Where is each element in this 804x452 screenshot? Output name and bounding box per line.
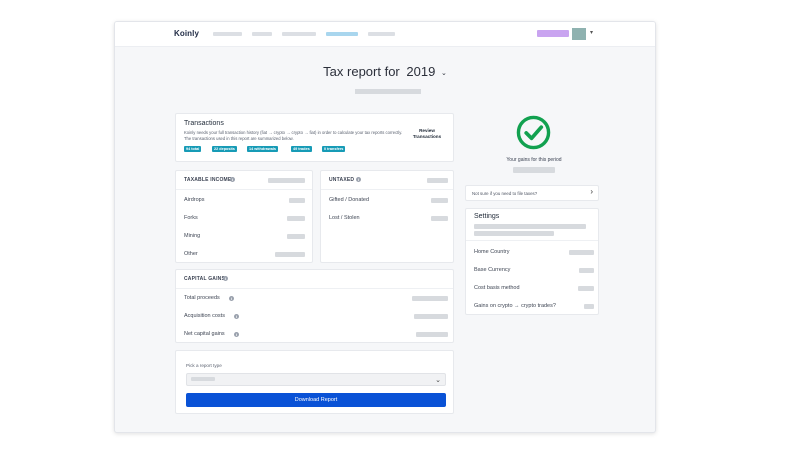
row-acquisition-costs: Acquisition costs <box>184 313 225 319</box>
value-forks <box>287 216 305 221</box>
page-title: Tax report for 2019 ⌄ <box>115 64 655 79</box>
capital-gains-card: CAPITAL GAINS i Total proceeds i Acquisi… <box>175 269 454 343</box>
transactions-title: Transactions <box>184 120 224 127</box>
settings-description-line-1 <box>474 224 586 229</box>
untaxed-header: UNTAXED i <box>321 171 453 190</box>
nav-link-2[interactable] <box>252 32 272 36</box>
row-airdrops: Airdrops <box>184 197 205 203</box>
nav-link-tax-reports[interactable] <box>326 32 358 36</box>
year-chevron-down-icon[interactable]: ⌄ <box>441 70 447 77</box>
nav-link-3[interactable] <box>282 32 316 36</box>
report-type-value <box>191 377 215 381</box>
review-transactions-button[interactable]: Review Transactions <box>406 123 448 141</box>
value-mining <box>287 234 305 239</box>
period-subtitle <box>355 89 421 94</box>
taxable-income-title: TAXABLE INCOME <box>184 177 232 183</box>
badge-trades[interactable]: 49 trades <box>291 146 312 152</box>
setting-cost-basis-method: Cost basis method <box>474 285 520 291</box>
taxable-income-total <box>268 178 305 183</box>
info-icon[interactable]: i <box>356 177 361 182</box>
avatar[interactable] <box>572 28 586 40</box>
value-gifted-donated <box>431 198 448 203</box>
gains-value <box>513 167 555 173</box>
chevron-down-icon[interactable]: ▾ <box>590 29 593 36</box>
setting-home-country: Home Country <box>474 249 510 255</box>
badge-transfers[interactable]: 0 transfers <box>322 146 346 152</box>
file-taxes-link[interactable]: Not sure if you need to file taxes? › <box>465 185 599 201</box>
nav-link-5[interactable] <box>368 32 395 36</box>
info-icon[interactable]: i <box>229 296 234 301</box>
badge-deposits[interactable]: 22 deposits <box>212 146 237 152</box>
row-other: Other <box>184 251 198 257</box>
settings-divider <box>466 240 598 241</box>
value-home-country[interactable] <box>569 250 594 255</box>
row-gifted-donated: Gifted / Donated <box>329 197 370 203</box>
info-icon[interactable]: i <box>234 332 239 337</box>
row-forks: Forks <box>184 215 198 221</box>
info-icon[interactable]: i <box>234 314 239 319</box>
plan-badge[interactable] <box>537 30 569 37</box>
value-crypto-trades[interactable] <box>584 304 594 309</box>
top-nav: Koinly ▾ <box>115 22 655 47</box>
value-cost-basis-method[interactable] <box>578 286 594 291</box>
koinly-logo[interactable]: Koinly <box>174 29 199 38</box>
info-icon[interactable]: i <box>230 177 235 182</box>
taxable-income-header: TAXABLE INCOME i <box>176 171 312 190</box>
row-lost-stolen: Lost / Stolen <box>329 215 360 221</box>
untaxed-total <box>427 178 448 183</box>
row-total-proceeds: Total proceeds <box>184 295 220 301</box>
year-selector[interactable]: 2019 <box>406 64 435 79</box>
value-base-currency[interactable] <box>579 268 594 273</box>
report-download-card: Pick a report type ⌄ Download Report <box>175 350 454 414</box>
nav-link-1[interactable] <box>213 32 242 36</box>
download-report-button[interactable]: Download Report <box>186 393 446 407</box>
page-title-text: Tax report for <box>323 64 400 79</box>
value-airdrops <box>289 198 305 203</box>
value-total-proceeds <box>412 296 448 301</box>
capital-gains-title: CAPITAL GAINS <box>184 276 226 282</box>
untaxed-card: UNTAXED i Gifted / Donated Lost / Stolen <box>320 170 454 263</box>
setting-crypto-trades: Gains on crypto → crypto trades? <box>474 303 556 309</box>
value-acquisition-costs <box>414 314 448 319</box>
capital-gains-header: CAPITAL GAINS i <box>176 270 453 289</box>
chevron-down-icon: ⌄ <box>435 377 441 384</box>
info-icon[interactable]: i <box>223 276 228 281</box>
row-net-capital-gains: Net capital gains <box>184 331 225 337</box>
file-taxes-question: Not sure if you need to file taxes? <box>472 191 538 196</box>
transactions-description: Koinly needs your full transaction histo… <box>184 130 403 141</box>
value-other <box>275 252 305 257</box>
app-window: Koinly ▾ Tax report for 2019 ⌄ Transacti… <box>114 21 656 433</box>
settings-title: Settings <box>474 213 500 220</box>
settings-description-line-2 <box>474 231 554 236</box>
value-net-capital-gains <box>416 332 448 337</box>
badge-total[interactable]: 94 total <box>184 146 202 152</box>
gains-period-label: Your gains for this period <box>506 157 562 163</box>
settings-card: Settings Home Country Base Currency Cost… <box>465 208 599 315</box>
chevron-right-icon: › <box>590 187 593 196</box>
row-mining: Mining <box>184 233 201 239</box>
badge-withdrawals[interactable]: 14 withdrawals <box>247 146 279 152</box>
check-circle-icon <box>516 115 551 150</box>
report-type-select[interactable]: ⌄ <box>186 373 446 386</box>
taxable-income-card: TAXABLE INCOME i Airdrops Forks Mining O… <box>175 170 313 263</box>
untaxed-title: UNTAXED <box>329 177 355 183</box>
value-lost-stolen <box>431 216 448 221</box>
report-type-label: Pick a report type <box>186 363 222 368</box>
setting-base-currency: Base Currency <box>474 267 511 273</box>
transactions-card: Transactions Koinly needs your full tran… <box>175 113 454 162</box>
